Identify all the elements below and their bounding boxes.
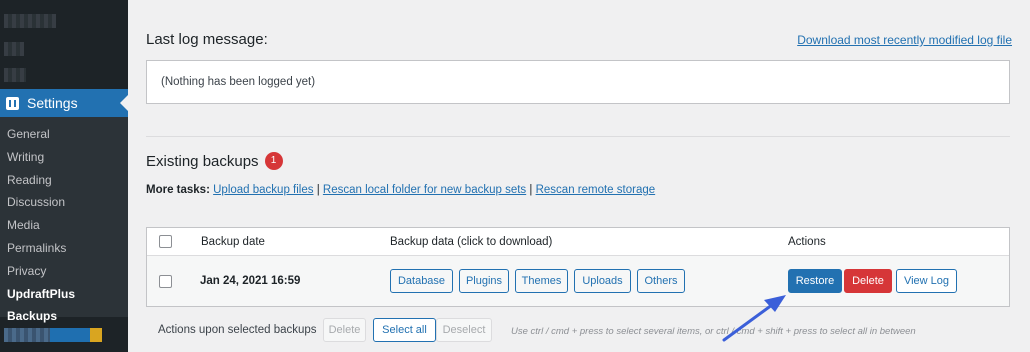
arrow-pointer-icon: [722, 295, 786, 342]
